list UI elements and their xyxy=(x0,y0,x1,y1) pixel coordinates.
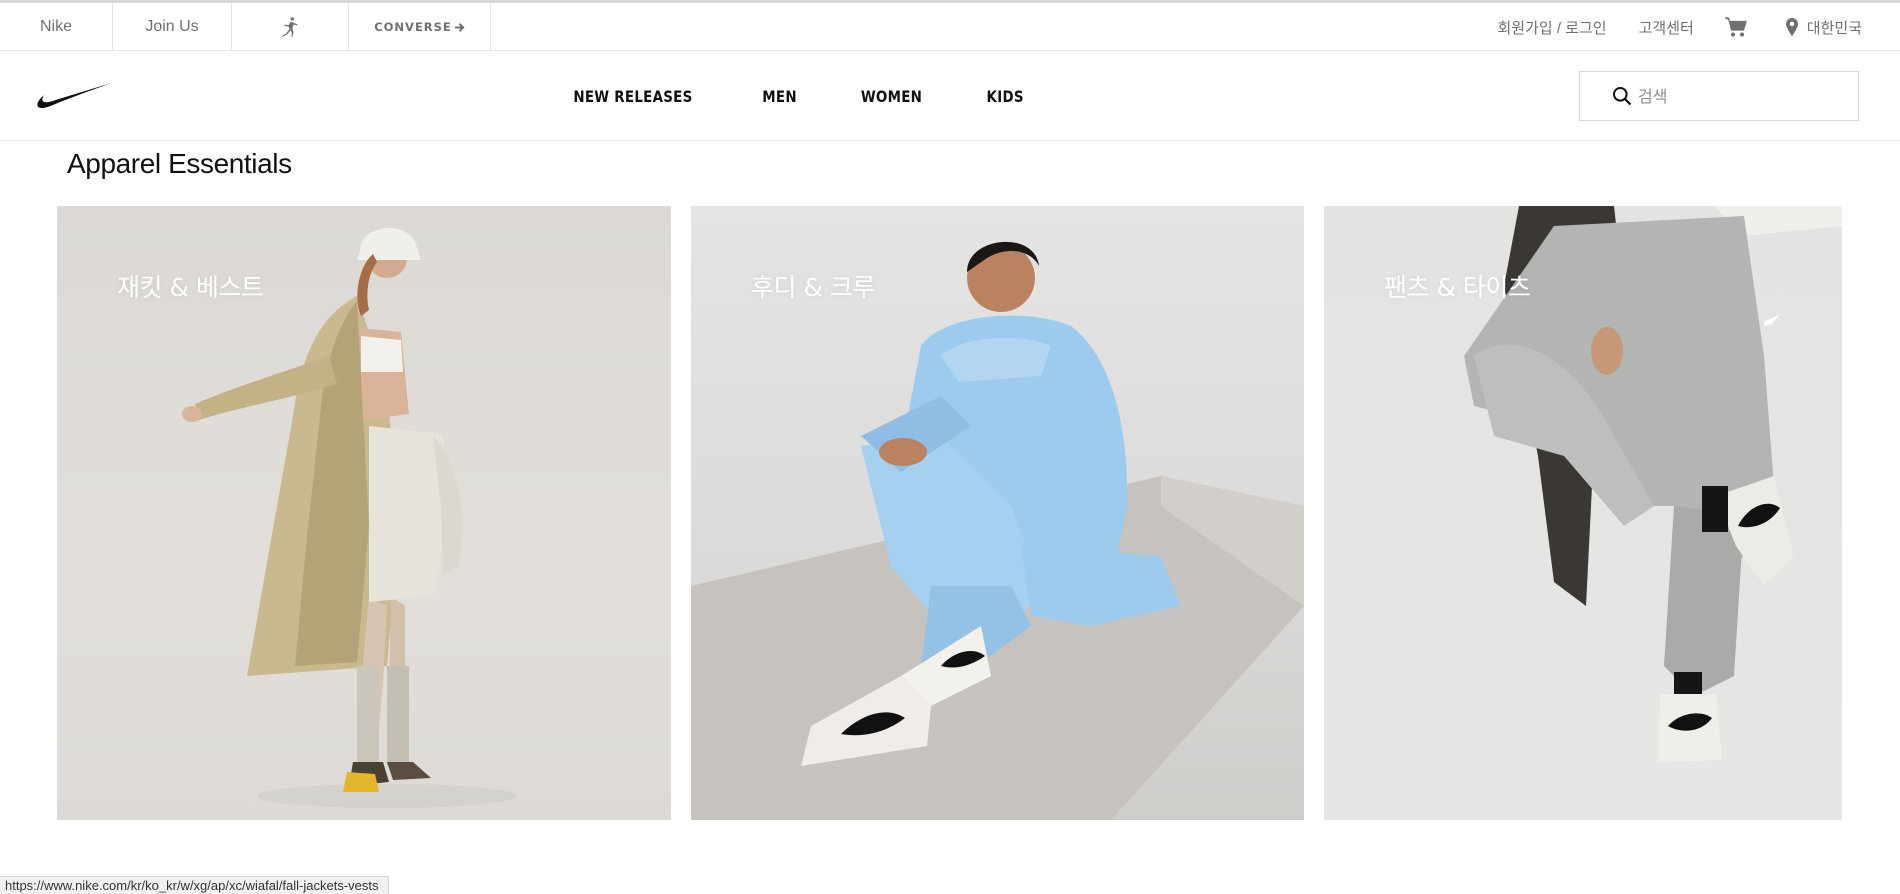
search-box[interactable] xyxy=(1579,71,1859,121)
nike-logo-link[interactable] xyxy=(37,81,114,116)
nav-links-inner: NEW RELEASES MEN WOMEN KIDS xyxy=(562,87,1027,106)
search-input[interactable] xyxy=(1638,81,1838,111)
converse-logo: CONVERSE xyxy=(374,20,465,34)
status-bar-url: https://www.nike.com/kr/ko_kr/w/xg/ap/xc… xyxy=(0,876,389,894)
category-card-hoodies-crews[interactable]: 후디 & 크루 xyxy=(691,206,1304,820)
region-selector[interactable]: 대한민국 xyxy=(1785,17,1862,38)
category-card-jackets-vests[interactable]: 재킷 & 베스트 xyxy=(57,206,671,820)
main-navigation: NEW RELEASES MEN WOMEN KIDS xyxy=(0,52,1900,141)
customer-service-link[interactable]: 고객센터 xyxy=(1639,17,1694,38)
cart-icon xyxy=(1724,17,1747,37)
nav-new-releases[interactable]: NEW RELEASES xyxy=(574,87,693,106)
nav-men[interactable]: MEN xyxy=(762,87,797,106)
utility-links: 회원가입 / 로그인 고객센터 대한민국 xyxy=(1497,3,1862,51)
converse-wordmark: CONVERSE xyxy=(374,20,452,34)
converse-chevron-icon xyxy=(454,22,465,32)
location-pin-icon xyxy=(1785,18,1798,36)
nav-kids[interactable]: KIDS xyxy=(987,87,1024,106)
cart-button[interactable] xyxy=(1724,16,1748,38)
brand-tab-converse[interactable]: CONVERSE xyxy=(349,3,491,51)
nav-women[interactable]: WOMEN xyxy=(861,87,922,106)
brand-tab-join-us[interactable]: Join Us xyxy=(113,3,232,51)
card-label-pants-tights: 팬츠 & 타이츠 xyxy=(1384,273,1531,302)
section-title: Apparel Essentials xyxy=(67,148,292,179)
category-card-pants-tights[interactable]: 팬츠 & 타이츠 xyxy=(1324,206,1842,820)
brand-tabs: Nike Join Us CONVERSE xyxy=(0,3,491,51)
region-label: 대한민국 xyxy=(1806,19,1862,37)
card-label-jackets-vests: 재킷 & 베스트 xyxy=(117,273,264,302)
brand-tab-nike[interactable]: Nike xyxy=(0,3,113,51)
card-label-hoodies-crews: 후디 & 크루 xyxy=(751,273,875,302)
jordan-jumpman-icon xyxy=(281,17,298,37)
nike-swoosh-icon xyxy=(37,82,114,109)
login-link[interactable]: 회원가입 / 로그인 xyxy=(1497,17,1606,38)
utility-bar: Nike Join Us CONVERSE 회원가입 / 로그인 고객센터 대한… xyxy=(0,3,1900,51)
search-icon xyxy=(1613,87,1632,106)
brand-tab-jordan[interactable] xyxy=(232,3,349,51)
